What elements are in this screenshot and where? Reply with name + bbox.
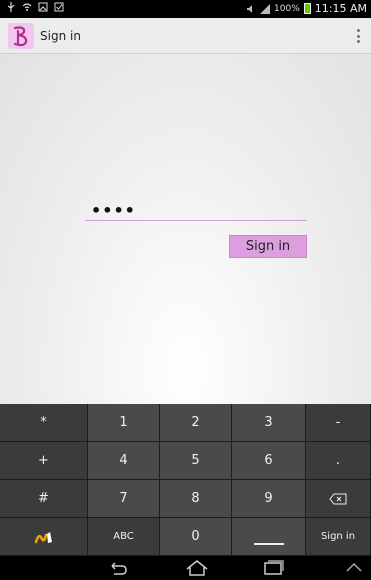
sound-icon bbox=[247, 4, 253, 13]
recent-apps-icon[interactable] bbox=[262, 560, 284, 576]
key-1[interactable]: 1 bbox=[88, 404, 160, 442]
key-5[interactable]: 5 bbox=[160, 442, 232, 480]
key-9[interactable]: 9 bbox=[232, 480, 306, 518]
navigation-bar bbox=[0, 556, 371, 580]
key-abc[interactable]: ABC bbox=[88, 518, 160, 556]
sign-in-screen: •••• Sign in bbox=[0, 54, 371, 404]
key-8[interactable]: 8 bbox=[160, 480, 232, 518]
key-backspace[interactable] bbox=[306, 480, 371, 518]
key-6[interactable]: 6 bbox=[232, 442, 306, 480]
signal-icon bbox=[260, 3, 271, 14]
password-field[interactable]: •••• bbox=[85, 199, 307, 221]
backspace-icon bbox=[329, 493, 347, 504]
app-logo-icon[interactable] bbox=[8, 23, 34, 49]
battery-percent: 100% bbox=[274, 3, 300, 14]
key-4[interactable]: 4 bbox=[88, 442, 160, 480]
key-handwriting[interactable] bbox=[0, 518, 88, 556]
numeric-keyboard: * 1 2 3 - + 4 5 6 . # 7 8 9 ABC 0 Sign i… bbox=[0, 404, 371, 556]
up-chevron-icon[interactable] bbox=[345, 560, 363, 576]
wifi-icon bbox=[22, 3, 32, 11]
home-icon[interactable] bbox=[185, 560, 209, 576]
key-period[interactable]: . bbox=[306, 442, 371, 480]
status-system: 100% 11:15 AM bbox=[246, 2, 367, 15]
key-2[interactable]: 2 bbox=[160, 404, 232, 442]
image-icon bbox=[38, 2, 48, 12]
action-bar: Sign in bbox=[0, 18, 371, 54]
key-sign-in[interactable]: Sign in bbox=[306, 518, 371, 556]
key-space[interactable] bbox=[232, 518, 306, 556]
sign-in-button[interactable]: Sign in bbox=[229, 235, 307, 258]
handwriting-icon bbox=[34, 531, 52, 543]
key-3[interactable]: 3 bbox=[232, 404, 306, 442]
key-minus[interactable]: - bbox=[306, 404, 371, 442]
space-icon bbox=[253, 542, 284, 545]
usb-icon bbox=[7, 2, 15, 12]
status-notifications bbox=[6, 2, 64, 12]
clock: 11:15 AM bbox=[314, 2, 367, 15]
checkbox-icon bbox=[54, 2, 64, 12]
page-title: Sign in bbox=[40, 29, 81, 43]
key-plus[interactable]: + bbox=[0, 442, 88, 480]
key-0[interactable]: 0 bbox=[160, 518, 232, 556]
key-7[interactable]: 7 bbox=[88, 480, 160, 518]
overflow-menu-icon[interactable] bbox=[357, 29, 361, 43]
status-bar: 100% 11:15 AM bbox=[0, 0, 371, 18]
key-asterisk[interactable]: * bbox=[0, 404, 88, 442]
key-hash[interactable]: # bbox=[0, 480, 88, 518]
battery-icon bbox=[303, 3, 311, 14]
back-icon[interactable] bbox=[106, 560, 128, 576]
